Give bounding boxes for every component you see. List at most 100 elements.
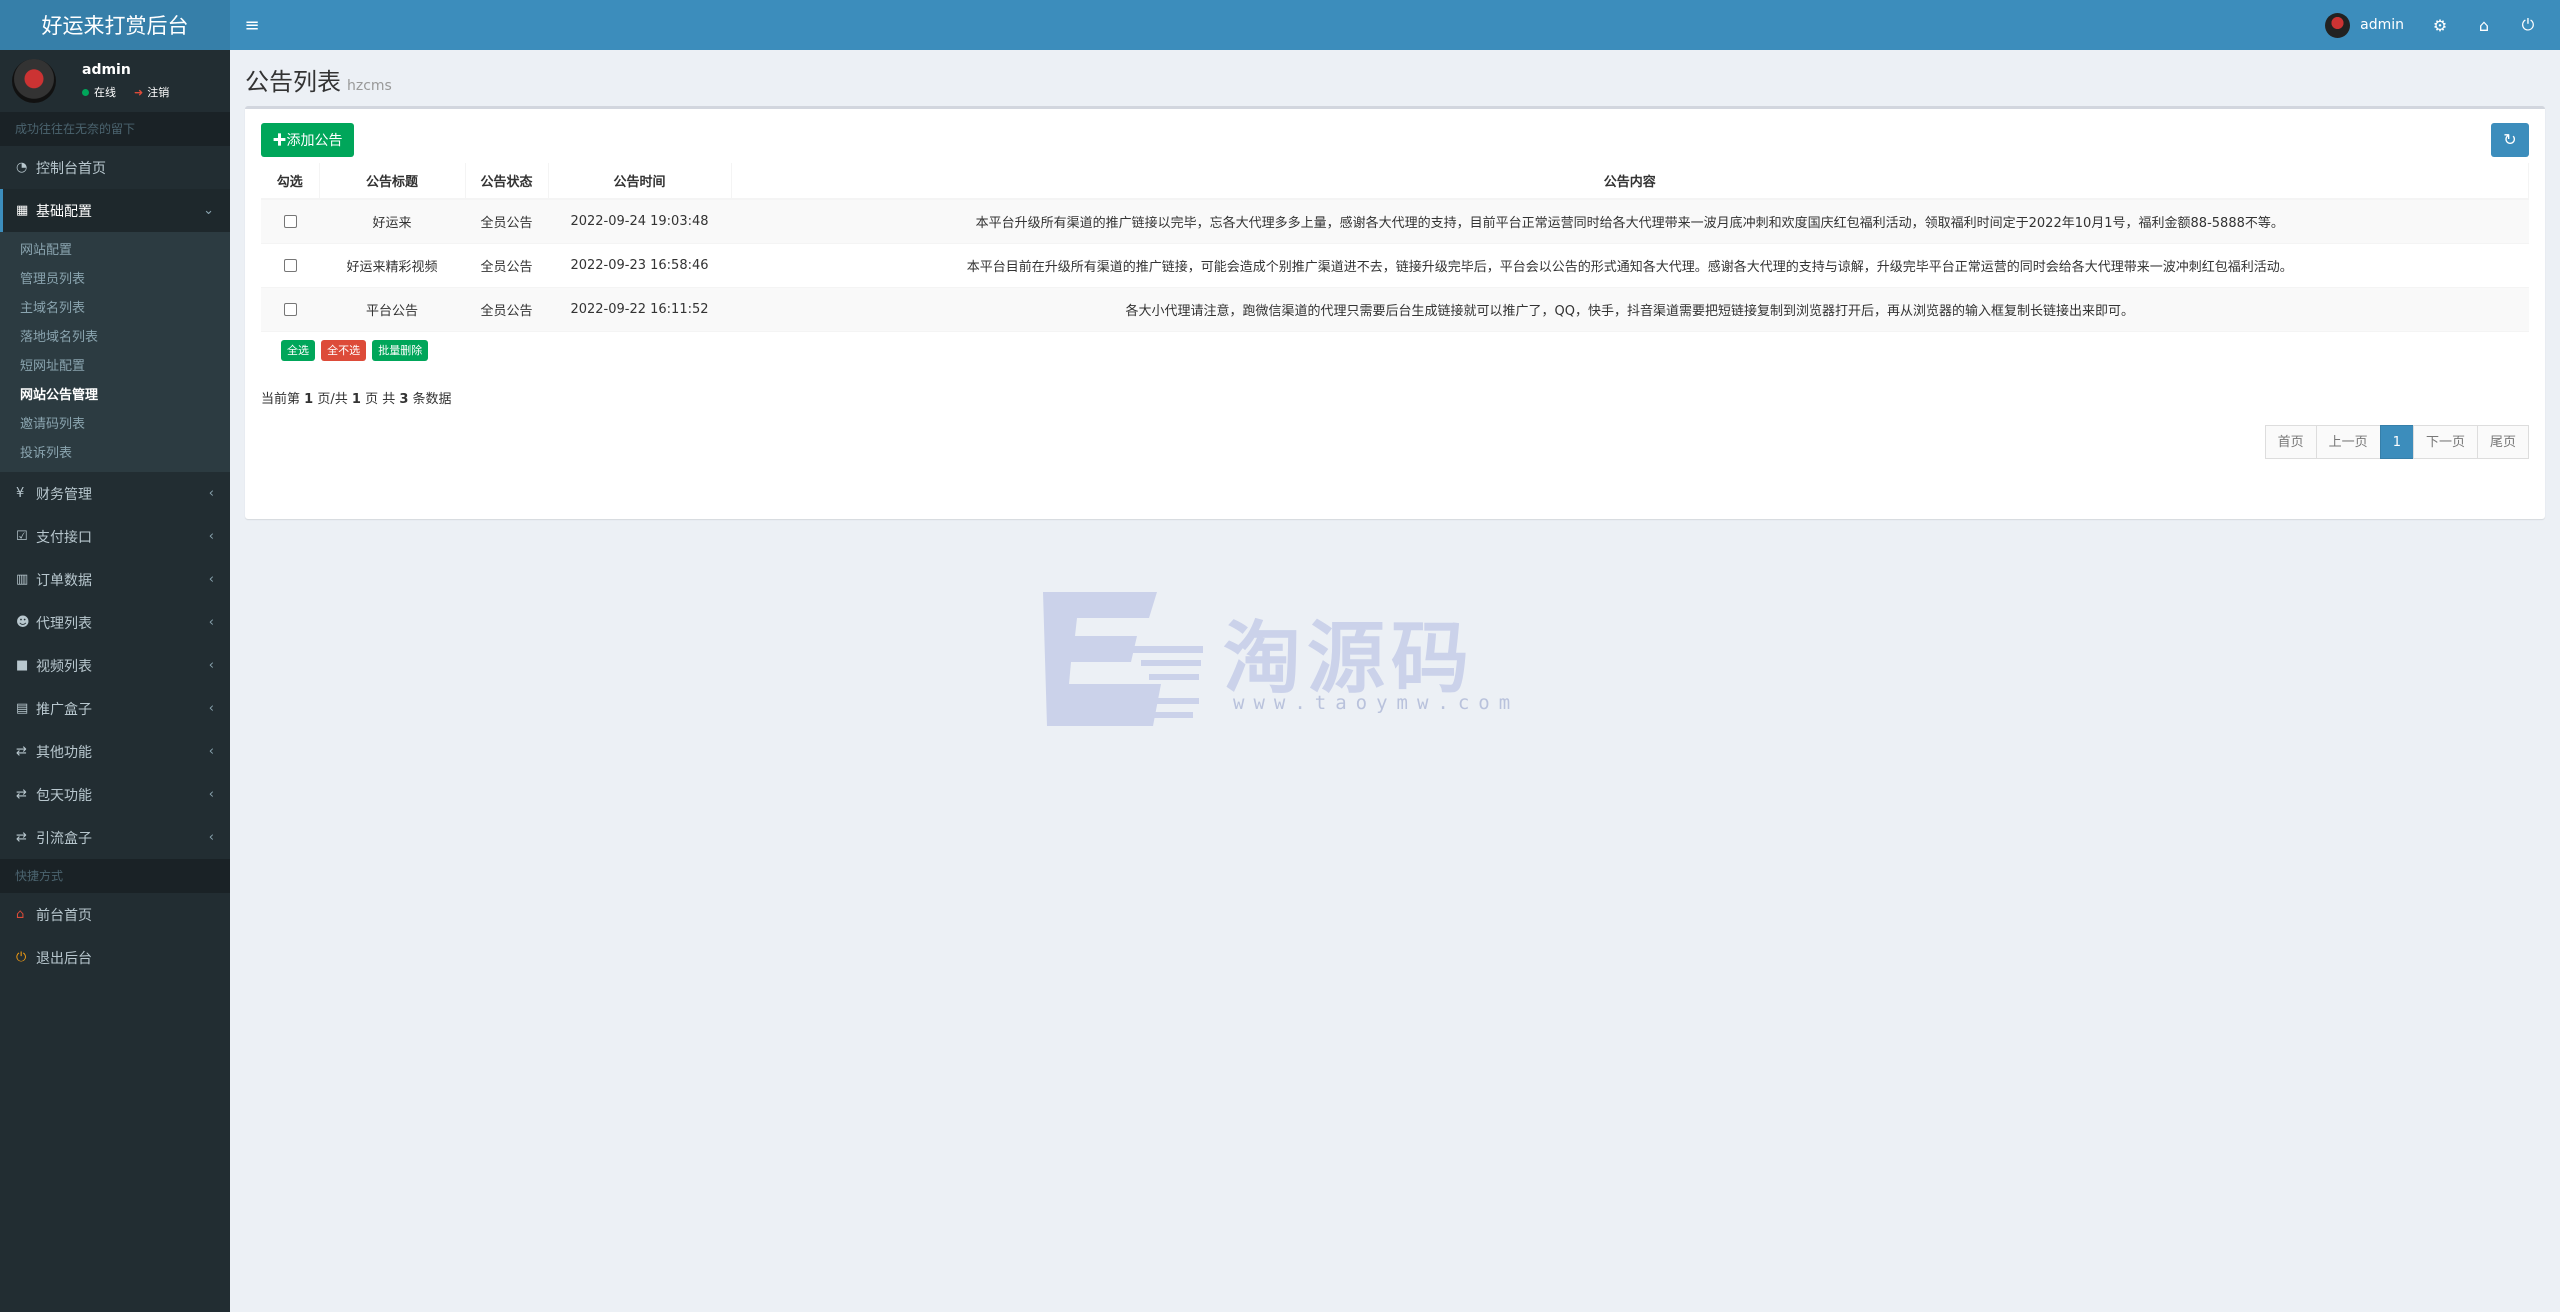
sidebar-item-frontend-home[interactable]: ⌂ 前台首页 — [0, 893, 230, 936]
row-checkbox[interactable] — [283, 302, 297, 316]
pagination: 首页 上一页 1 下一页 尾页 — [2264, 425, 2529, 459]
sidebar-item-dashboard[interactable]: ◔ 控制台首页 — [0, 146, 230, 189]
sub-item-site-config[interactable]: 网站配置 — [0, 236, 230, 265]
chevron-left-icon: ‹ — [208, 486, 214, 501]
power-icon[interactable]: ⏻ — [2506, 15, 2550, 35]
watermark: 淘源码 www.taoymw.com — [1037, 588, 1517, 733]
cell-status: 全员公告 — [465, 286, 548, 331]
cell-content: 本平台目前在升级所有渠道的推广链接，可能会造成个别推广渠道进不去，链接升级完毕后… — [731, 242, 2529, 287]
batch-delete-button[interactable]: 批量删除 — [372, 339, 429, 361]
column-header: 公告状态 — [465, 163, 549, 200]
table-icon: ▤ — [16, 701, 29, 716]
page-subtitle: hzcms — [347, 78, 392, 94]
row-checkbox[interactable] — [283, 214, 297, 228]
column-header: 公告内容 — [731, 163, 2529, 200]
sidebar-item-label: 引流盒子 — [36, 830, 92, 847]
bar-chart-icon: ▥ — [16, 572, 29, 587]
announcement-table: 勾选 公告标题 公告状态 公告时间 公告内容 好运来 全员公告 2022-09-… — [261, 163, 2529, 369]
sidebar-item-logout[interactable]: ⏻ 退出后台 — [0, 936, 230, 979]
content-header: 公告列表 hzcms — [245, 62, 392, 97]
cogs-icon[interactable]: ⚙ — [2418, 16, 2462, 35]
column-header: 公告标题 — [319, 163, 466, 200]
sub-item-admin-list[interactable]: 管理员列表 — [0, 265, 230, 294]
avatar — [12, 59, 56, 103]
navbar-user-menu[interactable]: admin — [2311, 12, 2418, 38]
navbar-right: admin ⚙ ⌂ ⏻ — [2311, 0, 2560, 50]
sidebar-item-label: 基础配置 — [36, 203, 92, 220]
sidebar: admin 在线 ➜ 注销 成功往往在无奈的留下 ◔ 控制台首页 ▦ 基础配置 ⌄ 网站… — [0, 50, 230, 1312]
home-icon[interactable]: ⌂ — [2462, 16, 2506, 35]
dashboard-icon: ◔ — [16, 160, 28, 175]
top-navbar: ≡ admin ⚙ ⌂ ⏻ — [230, 0, 2560, 50]
table-header-row: 勾选 公告标题 公告状态 公告时间 公告内容 — [261, 163, 2529, 200]
sub-item-invite-code[interactable]: 邀请码列表 — [0, 410, 230, 439]
sidebar-item-label: 其他功能 — [36, 744, 92, 761]
column-header: 公告时间 — [548, 163, 732, 200]
user-info: admin 在线 ➜ 注销 — [82, 62, 169, 100]
batch-actions-cell: 全选 全不选 批量删除 — [261, 330, 2529, 369]
sidebar-item-payment[interactable]: ☑ 支付接口 ‹ — [0, 515, 230, 558]
select-all-button[interactable]: 全选 — [281, 339, 315, 361]
row-checkbox[interactable] — [283, 258, 297, 272]
sidebar-item-orders[interactable]: ▥ 订单数据 ‹ — [0, 558, 230, 601]
sidebar-item-basic-config[interactable]: ▦ 基础配置 ⌄ — [0, 189, 230, 232]
watermark-logo-icon — [1043, 592, 1203, 726]
sidebar-item-label: 控制台首页 — [36, 160, 106, 177]
home-icon: ⌂ — [16, 907, 25, 922]
sidebar-item-label: 前台首页 — [36, 907, 92, 924]
page-info-count: 3 — [399, 392, 409, 407]
chevron-left-icon: ‹ — [208, 658, 214, 673]
pager-first[interactable]: 首页 — [2264, 425, 2317, 459]
refresh-button[interactable]: ↻ — [2491, 123, 2529, 157]
sidebar-item-label: 视频列表 — [36, 658, 92, 675]
announcement-box: ✚添加公告 ↻ 勾选 公告标题 公告状态 公告时间 公告内容 好运来 全员公告 … — [245, 106, 2545, 519]
sub-item-short-url[interactable]: 短网址配置 — [0, 352, 230, 381]
row-checkbox-cell — [261, 242, 319, 287]
select-none-button[interactable]: 全不选 — [321, 339, 367, 361]
sub-item-main-domain[interactable]: 主域名列表 — [0, 294, 230, 323]
sidebar-item-finance[interactable]: ¥ 财务管理 ‹ — [0, 472, 230, 515]
cell-status: 全员公告 — [465, 198, 548, 243]
cell-content: 本平台升级所有渠道的推广链接以完毕，忘各大代理多多上量，感谢各大代理的支持，目前… — [731, 198, 2529, 243]
sub-item-announcement[interactable]: 网站公告管理 — [0, 381, 230, 410]
th-large-icon: ▦ — [16, 203, 29, 218]
sidebar-section-header: 成功往往在无奈的留下 — [0, 112, 230, 146]
sidebar-item-traffic-box[interactable]: ⇄ 引流盒子 ‹ — [0, 816, 230, 859]
refresh-icon: ↻ — [2503, 132, 2517, 149]
sub-item-complaints[interactable]: 投诉列表 — [0, 439, 230, 468]
app-logo[interactable]: 好运来打赏后台 — [0, 0, 230, 50]
sidebar-item-label: 订单数据 — [36, 572, 92, 589]
add-announcement-button[interactable]: ✚添加公告 — [261, 123, 354, 157]
pager-next[interactable]: 下一页 — [2412, 425, 2478, 459]
online-dot-icon — [82, 89, 89, 96]
pager-last[interactable]: 尾页 — [2476, 425, 2529, 459]
retweet-icon: ⇄ — [16, 830, 27, 845]
chevron-left-icon: ‹ — [208, 529, 214, 544]
batch-actions-row: 全选 全不选 批量删除 — [261, 330, 2529, 369]
retweet-icon: ⇄ — [16, 744, 27, 759]
chevron-left-icon: ‹ — [208, 787, 214, 802]
page-info-text: 页 共 — [365, 392, 396, 407]
cell-content: 各大小代理请注意，跑微信渠道的代理只需要后台生成链接就可以推广了，QQ，快手，抖… — [731, 286, 2529, 331]
sidebar-item-daily[interactable]: ⇄ 包天功能 ‹ — [0, 773, 230, 816]
signout-icon: ➜ — [134, 86, 144, 99]
navbar-avatar — [2325, 12, 2351, 38]
sub-item-landing-domain[interactable]: 落地域名列表 — [0, 323, 230, 352]
sidebar-item-other[interactable]: ⇄ 其他功能 ‹ — [0, 730, 230, 773]
chevron-down-icon: ⌄ — [203, 203, 214, 218]
page-info-text: 当前第 — [261, 392, 301, 407]
menu-toggle-icon[interactable]: ≡ — [230, 15, 274, 36]
pager-current[interactable]: 1 — [2379, 425, 2414, 459]
logout-link[interactable]: ➜ 注销 — [134, 84, 169, 100]
page-info-current: 1 — [304, 392, 314, 407]
pager-prev[interactable]: 上一页 — [2315, 425, 2381, 459]
video-camera-icon: ■ — [16, 658, 29, 673]
sidebar-item-promo-box[interactable]: ▤ 推广盒子 ‹ — [0, 687, 230, 730]
chevron-left-icon: ‹ — [208, 572, 214, 587]
sidebar-item-agents[interactable]: ☻ 代理列表 ‹ — [0, 601, 230, 644]
sidebar-item-videos[interactable]: ■ 视频列表 ‹ — [0, 644, 230, 687]
sidebar-item-label: 财务管理 — [36, 486, 92, 503]
row-checkbox-cell — [261, 286, 319, 331]
sidebar-item-label: 包天功能 — [36, 787, 92, 804]
cell-time: 2022-09-22 16:11:52 — [548, 286, 731, 331]
